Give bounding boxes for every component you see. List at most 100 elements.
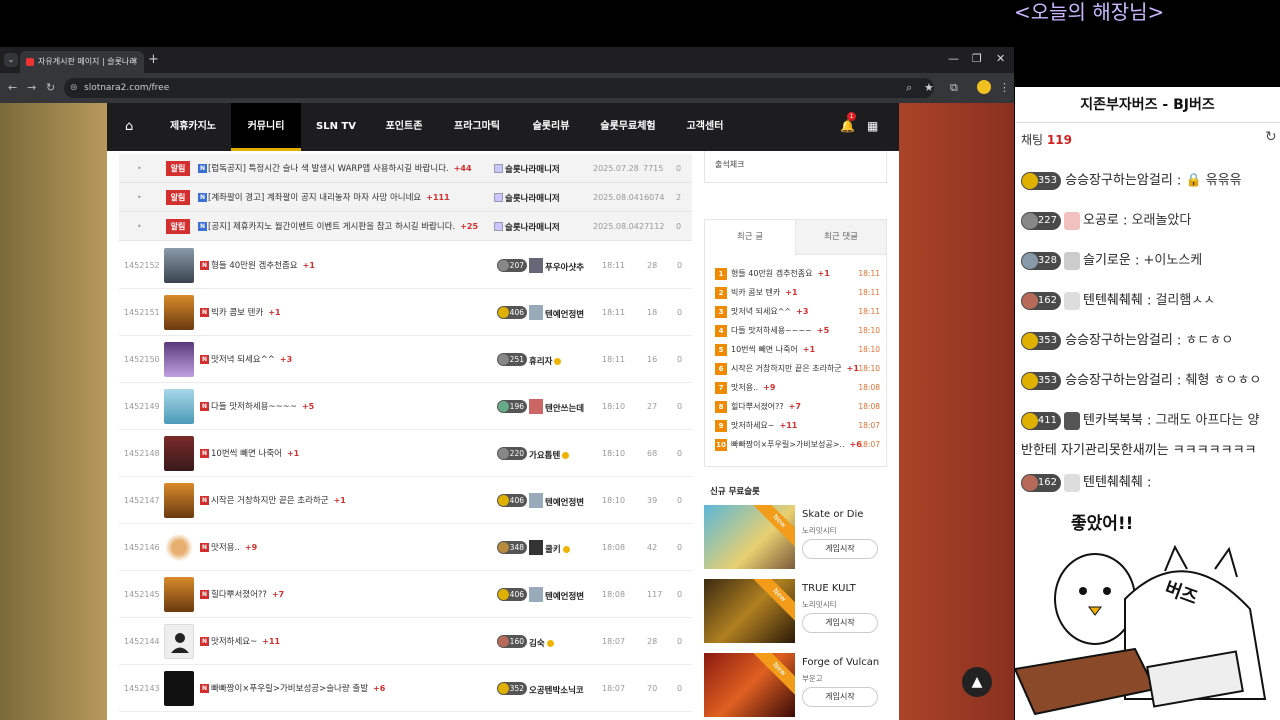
post-row[interactable]: 1452150 N 맛저녁 되세요^^ +3 251 휴리자 18:11 16 0 — [119, 336, 692, 383]
post-thumbnail[interactable] — [164, 530, 194, 565]
notice-title[interactable]: [럽독공지] 특정시간 슬나 색 발생시 WARP앱 사용하시길 바랍니다. +4… — [208, 154, 472, 184]
post-row[interactable]: 1452151 N 빅카 콤보 텐카 +1 406 텐예언정변 18:11 18 … — [119, 289, 692, 336]
nav-customer-center[interactable]: 고객센터 — [673, 103, 737, 151]
reload-icon[interactable]: ↻ — [46, 81, 55, 95]
close-window-icon[interactable]: ✕ — [996, 51, 1005, 67]
tab-search-icon[interactable]: ⌄ — [4, 53, 18, 67]
attendance-link[interactable]: 출석체크 — [715, 159, 744, 170]
chat-nick[interactable]: 오공로 — [1083, 213, 1119, 228]
recent-post-item[interactable]: 7 맛저용.. +9 18:08 — [715, 378, 880, 397]
game-card[interactable]: New TRUE KULT 노리밋시티 게임시작 — [704, 579, 887, 643]
site-info-icon[interactable]: ⊜ — [70, 78, 78, 98]
post-thumbnail[interactable] — [164, 342, 194, 377]
start-game-button[interactable]: 게임시작 — [802, 613, 878, 633]
post-title[interactable]: 빅카 콤보 텐카 +1 — [211, 289, 281, 337]
bell-icon[interactable]: 🔔 — [840, 119, 855, 133]
chat-nick[interactable]: 승승장구하는암걸리 — [1065, 373, 1173, 388]
post-thumbnail[interactable] — [164, 436, 194, 471]
grid-icon[interactable]: ▦ — [867, 119, 878, 133]
post-title[interactable]: 다들 맛저하세용~~~~ +5 — [211, 383, 314, 431]
chat-nick[interactable]: 텐텐췌췌췌 — [1083, 293, 1143, 308]
author-name[interactable]: 오공텐박소닉코 — [529, 684, 584, 696]
post-title[interactable]: 형들 40만원 겜추천좀요 +1 — [211, 242, 315, 290]
back-icon[interactable]: ← — [8, 81, 17, 95]
start-game-button[interactable]: 게임시작 — [802, 687, 878, 707]
author-name[interactable]: 텐예언정변 — [545, 590, 584, 602]
forward-icon[interactable]: → — [27, 81, 36, 95]
author-name[interactable]: 텐안쓰는데 — [545, 402, 584, 414]
author-name[interactable]: 슬롯나라매니저 — [505, 192, 560, 204]
refresh-icon[interactable]: ↻ — [1265, 129, 1277, 145]
zoom-icon[interactable]: ⌕ — [906, 81, 912, 95]
post-title[interactable]: 맛저하세요~ +11 — [211, 618, 280, 666]
game-image[interactable]: New — [704, 505, 795, 569]
post-thumbnail[interactable] — [164, 483, 194, 518]
post-row[interactable]: 1452149 N 다들 맛저하세용~~~~ +5 196 텐안쓰는데 18:10… — [119, 383, 692, 430]
author-name[interactable]: 텐예언정변 — [545, 308, 584, 320]
scroll-top-icon[interactable]: ▲ — [962, 667, 992, 697]
post-title[interactable]: 빠빠짱이×푸우릴>가비보성공>슬나량 출발 +6 — [211, 665, 385, 713]
tab-recent-posts[interactable]: 최근 글 — [705, 220, 795, 255]
nav-pragmatic[interactable]: 프라그마틱 — [445, 103, 509, 151]
chat-nick[interactable]: 텐텐췌췌췌 — [1083, 475, 1143, 490]
minimize-icon[interactable]: — — [948, 51, 959, 67]
post-thumbnail[interactable] — [164, 624, 194, 659]
maximize-icon[interactable]: ❐ — [972, 51, 982, 67]
recent-post-item[interactable]: 8 힐다뿌서졌어?? +7 18:08 — [715, 397, 880, 416]
recent-post-item[interactable]: 1 형들 40만원 겜추천좀요 +1 18:11 — [715, 264, 880, 283]
post-thumbnail[interactable] — [164, 389, 194, 424]
chat-nick[interactable]: 슬기로운 — [1083, 253, 1131, 268]
author-name[interactable]: 쿨키 — [545, 543, 570, 555]
author-name[interactable]: 푸우아샷추 — [545, 261, 584, 273]
extensions-icon[interactable]: ⧉ — [950, 81, 958, 95]
post-title[interactable]: 힐다뿌서졌어?? +7 — [211, 571, 284, 619]
nav-free-slot[interactable]: 슬롯무료체험 — [593, 103, 663, 151]
address-bar[interactable]: ⊜ slotnara2.com/free — [64, 78, 934, 98]
post-title[interactable]: 10번씩 빼면 나죽어 +1 — [211, 430, 299, 478]
post-thumbnail[interactable] — [164, 577, 194, 612]
post-row[interactable]: 1452145 N 힐다뿌서졌어?? +7 406 텐예언정변 18:08 117… — [119, 571, 692, 618]
author-name[interactable]: 휴리자 — [529, 355, 562, 367]
post-thumbnail[interactable] — [164, 295, 194, 330]
browser-tab[interactable]: 자유게시판 페이지 | 슬롯나라 ✕ — [20, 51, 144, 73]
close-tab-icon[interactable]: ✕ — [130, 51, 138, 73]
game-card[interactable]: New Skate or Die 노리밋시티 게임시작 — [704, 505, 887, 569]
post-thumbnail[interactable] — [164, 671, 194, 706]
bookmark-star-icon[interactable]: ★ — [924, 81, 934, 95]
chat-nick[interactable]: 승승장구하는암걸리 — [1065, 333, 1173, 348]
notice-row[interactable]: • 알림 N [계좌팔이 경고] 계좌팔이 공지 내리놓자 마자 사망 아니네요… — [119, 183, 692, 212]
recent-post-item[interactable]: 2 빅카 콤보 텐카 +1 18:11 — [715, 283, 880, 302]
nav-point-zone[interactable]: 포인트존 — [372, 103, 436, 151]
recent-post-item[interactable]: 5 10번씩 빼면 나죽어 +1 18:10 — [715, 340, 880, 359]
author-name[interactable]: 텐예언정변 — [545, 496, 584, 508]
notice-row[interactable]: • 알림 N [럽독공지] 특정시간 슬나 색 발생시 WARP앱 사용하시길 … — [119, 154, 692, 183]
recent-post-item[interactable]: 10 빠빠짱이×푸우릴>가비보성공>.. +6 18:07 — [715, 435, 880, 454]
nav-sln-tv[interactable]: SLN TV — [307, 103, 365, 151]
profile-avatar[interactable] — [977, 80, 991, 94]
post-title[interactable]: 맛저용.. +9 — [211, 524, 257, 572]
notice-row[interactable]: • 알림 N [공지] 제휴카지노 월간이벤트 이벤트 게시판을 참고 하시길 … — [119, 212, 692, 241]
author-name[interactable]: 슬롯나라매니저 — [505, 163, 560, 175]
notice-title[interactable]: [계좌팔이 경고] 계좌팔이 공지 내리놓자 마자 사망 아니네요 +111 — [208, 183, 450, 213]
post-row[interactable]: 1452148 N 10번씩 빼면 나죽어 +1 220 가요톱텐 18:10 6… — [119, 430, 692, 477]
post-row[interactable]: 1452146 N 맛저용.. +9 348 쿨키 18:08 42 0 — [119, 524, 692, 571]
post-row[interactable]: 1452143 N 빠빠짱이×푸우릴>가비보성공>슬나량 출발 +6 352 오공… — [119, 665, 692, 712]
post-row[interactable]: 1452147 N 시작은 거창하지만 끝은 초라하군 +1 406 텐예언정변 … — [119, 477, 692, 524]
author-name[interactable]: 가요톱텐 — [529, 449, 570, 461]
post-thumbnail[interactable] — [164, 248, 194, 283]
new-tab-icon[interactable]: + — [148, 51, 159, 69]
author-name[interactable]: 슬롯나라매니저 — [505, 221, 560, 233]
start-game-button[interactable]: 게임시작 — [802, 539, 878, 559]
post-row[interactable]: 1452144 N 맛저하세요~ +11 160 김숙 18:07 28 0 — [119, 618, 692, 665]
game-card[interactable]: New Forge of Vulcan 부운고 게임시작 — [704, 653, 887, 717]
post-title[interactable]: 시작은 거창하지만 끝은 초라하군 +1 — [211, 477, 346, 525]
game-image[interactable]: New — [704, 653, 795, 717]
recent-post-item[interactable]: 6 시작은 거창하지만 끝은 초라하군 +1 18:10 — [715, 359, 880, 378]
recent-post-item[interactable]: 9 맛저하세요~ +11 18:07 — [715, 416, 880, 435]
game-image[interactable]: New — [704, 579, 795, 643]
menu-kebab-icon[interactable]: ⋮ — [999, 81, 1010, 95]
notice-title[interactable]: [공지] 제휴카지노 월간이벤트 이벤트 게시판을 참고 하시길 바랍니다. +2… — [208, 212, 478, 242]
nav-slot-review[interactable]: 슬롯리뷰 — [519, 103, 583, 151]
nav-community[interactable]: 커뮤니티 — [231, 103, 301, 151]
author-name[interactable]: 김숙 — [529, 637, 554, 649]
